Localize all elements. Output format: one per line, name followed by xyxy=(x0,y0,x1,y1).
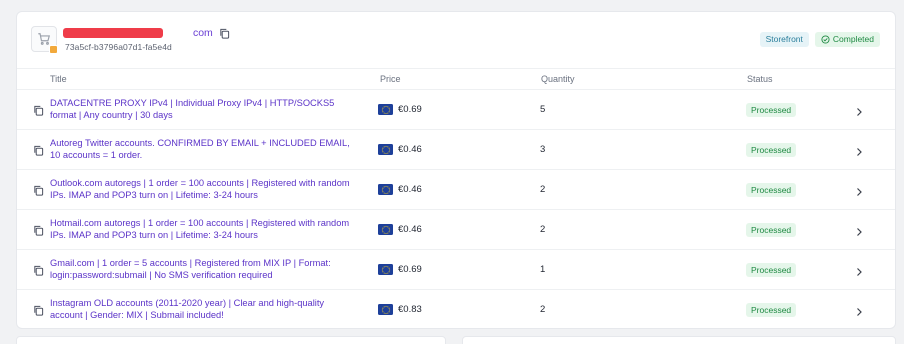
eu-flag-icon xyxy=(378,104,393,115)
chevron-right-icon[interactable] xyxy=(854,264,864,276)
copy-icon[interactable] xyxy=(33,223,44,236)
copy-icon[interactable] xyxy=(33,183,44,196)
header-status: Status xyxy=(747,74,773,84)
cart-icon xyxy=(38,33,50,45)
product-title-link[interactable]: Outlook.com autoregs | 1 order = 100 acc… xyxy=(50,177,350,201)
status-pill: Processed xyxy=(746,303,797,317)
price-value: €0.69 xyxy=(398,264,422,275)
quantity-value: 5 xyxy=(540,104,546,115)
status-pill: Processed xyxy=(746,143,797,157)
header-quantity: Quantity xyxy=(541,74,575,84)
copy-icon[interactable] xyxy=(33,143,44,156)
price-value: €0.46 xyxy=(398,224,422,235)
product-title-link[interactable]: Autoreg Twitter accounts. CONFIRMED BY E… xyxy=(50,137,350,161)
header-title: Title xyxy=(50,74,67,84)
chevron-right-icon[interactable] xyxy=(854,304,864,316)
chevron-right-icon[interactable] xyxy=(854,224,864,236)
table-row[interactable]: Hotmail.com autoregs | 1 order = 100 acc… xyxy=(17,210,895,250)
chevron-right-icon[interactable] xyxy=(854,104,864,116)
table-row[interactable]: Instagram OLD accounts (2011-2020 year) … xyxy=(17,290,895,330)
status-badge-label: Completed xyxy=(832,34,874,44)
copy-icon[interactable] xyxy=(33,263,44,276)
status-badge: Completed xyxy=(814,32,880,47)
eu-flag-icon xyxy=(378,304,393,315)
quantity-value: 1 xyxy=(540,264,546,275)
status-pill: Processed xyxy=(746,103,797,117)
eu-flag-icon xyxy=(378,224,393,235)
status-pill: Processed xyxy=(746,183,797,197)
storefront-mini-icon xyxy=(49,45,58,54)
product-title-link[interactable]: Hotmail.com autoregs | 1 order = 100 acc… xyxy=(50,217,350,241)
table-row[interactable]: Gmail.com | 1 order = 5 accounts | Regis… xyxy=(17,250,895,290)
quantity-value: 2 xyxy=(540,224,546,235)
quantity-value: 2 xyxy=(540,184,546,195)
eu-flag-icon xyxy=(378,184,393,195)
product-title-link[interactable]: DATACENTRE PROXY IPv4 | Individual Proxy… xyxy=(50,97,350,121)
price-value: €0.46 xyxy=(398,144,422,155)
source-badge: Storefront xyxy=(759,32,809,47)
table-row[interactable]: Autoreg Twitter accounts. CONFIRMED BY E… xyxy=(17,130,895,170)
check-circle-icon xyxy=(821,35,830,44)
order-card: p████████@protonmail.com 73a5cf-b3796a07… xyxy=(16,11,896,329)
price-value: €0.83 xyxy=(398,304,422,315)
order-header: p████████@protonmail.com 73a5cf-b3796a07… xyxy=(17,12,895,68)
status-pill: Processed xyxy=(746,223,797,237)
order-id: 73a5cf-b3796a07d1-fa5e4d xyxy=(65,42,172,52)
redaction-mark xyxy=(63,28,163,38)
eu-flag-icon xyxy=(378,144,393,155)
next-card-left xyxy=(16,336,446,344)
quantity-value: 2 xyxy=(540,304,546,315)
chevron-right-icon[interactable] xyxy=(854,184,864,196)
next-card-right xyxy=(462,336,896,344)
copy-icon[interactable] xyxy=(33,103,44,116)
status-pill: Processed xyxy=(746,263,797,277)
table-header: Title Price Quantity Status xyxy=(17,68,895,90)
price-value: €0.46 xyxy=(398,184,422,195)
quantity-value: 3 xyxy=(540,144,546,155)
product-title-link[interactable]: Instagram OLD accounts (2011-2020 year) … xyxy=(50,297,350,321)
customer-email[interactable]: p████████@protonmail.com xyxy=(63,27,213,39)
copy-icon[interactable] xyxy=(219,28,230,39)
table-row[interactable]: DATACENTRE PROXY IPv4 | Individual Proxy… xyxy=(17,90,895,130)
header-price: Price xyxy=(380,74,401,84)
table-row[interactable]: Outlook.com autoregs | 1 order = 100 acc… xyxy=(17,170,895,210)
product-title-link[interactable]: Gmail.com | 1 order = 5 accounts | Regis… xyxy=(50,257,350,281)
eu-flag-icon xyxy=(378,264,393,275)
copy-icon[interactable] xyxy=(33,303,44,316)
price-value: €0.69 xyxy=(398,104,422,115)
chevron-right-icon[interactable] xyxy=(854,144,864,156)
